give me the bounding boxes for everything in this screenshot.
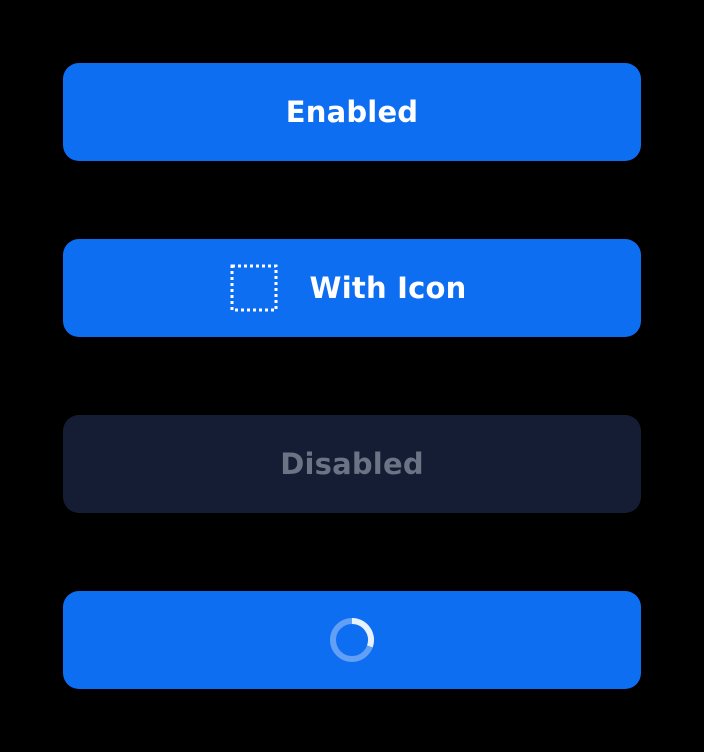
loading-button[interactable] (63, 591, 641, 689)
placeholder-square-icon (230, 264, 278, 312)
disabled-button-label: Disabled (280, 447, 424, 481)
spinner-icon (330, 618, 374, 662)
disabled-button: Disabled (63, 415, 641, 513)
with-icon-button[interactable]: With Icon (63, 239, 641, 337)
enabled-button-label: Enabled (285, 95, 419, 129)
enabled-button[interactable]: Enabled (63, 63, 641, 161)
with-icon-button-label: With Icon (309, 271, 467, 305)
